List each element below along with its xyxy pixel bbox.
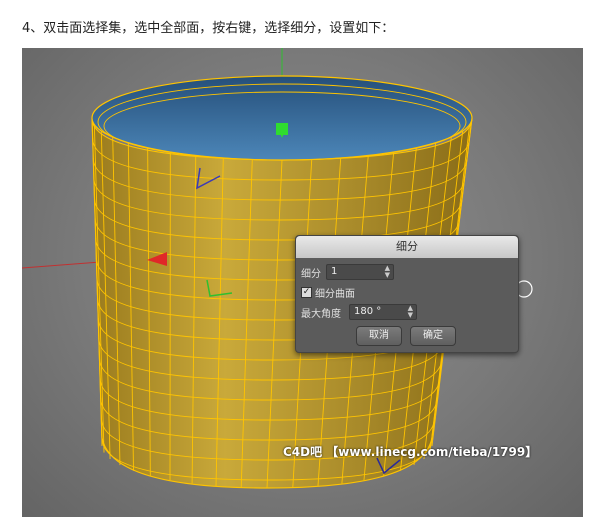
subdivide-dialog: 细分 细分 1 ▲ ▼ ✓ 细分曲面 最大角度 180 ° ▲ ▼ 取消 确定 [295,235,519,353]
smooth-label: 细分曲面 [315,289,355,300]
subdivision-label: 细分 [301,268,321,280]
max-angle-row: 最大角度 180 ° ▲ ▼ [301,304,417,320]
subdivision-row: 细分 1 ▲ ▼ [301,264,394,280]
cancel-button[interactable]: 取消 [356,326,402,346]
smooth-checkbox[interactable]: ✓ [301,287,312,298]
ok-button[interactable]: 确定 [410,326,456,346]
smooth-row[interactable]: ✓ 细分曲面 [301,285,355,300]
max-angle-value: 180 ° [354,306,382,317]
step-instruction: 4、双击面选择集，选中全部面，按右键，选择细分，设置如下： [22,21,395,36]
stepper-icon[interactable]: ▲ ▼ [408,305,413,319]
max-angle-field[interactable]: 180 ° ▲ ▼ [349,304,417,320]
max-angle-label: 最大角度 [301,308,341,320]
watermark: C4D吧 【www.linecg.com/tieba/1799】 [283,445,538,459]
stepper-icon[interactable]: ▲ ▼ [385,265,390,279]
subdivision-value: 1 [331,266,338,277]
subdivision-field[interactable]: 1 ▲ ▼ [326,264,394,280]
dialog-title: 细分 [296,236,518,258]
